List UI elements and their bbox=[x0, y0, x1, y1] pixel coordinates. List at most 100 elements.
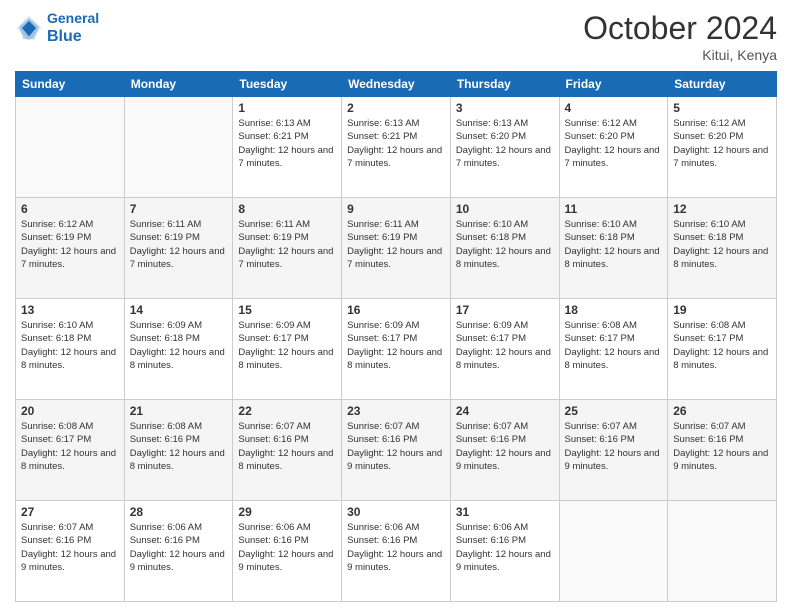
day-number: 8 bbox=[238, 202, 336, 216]
calendar-cell: 25 Sunrise: 6:07 AMSunset: 6:16 PMDayligh… bbox=[559, 400, 668, 501]
calendar-cell: 18 Sunrise: 6:08 AMSunset: 6:17 PMDayligh… bbox=[559, 299, 668, 400]
calendar-week-2: 6Sunrise: 6:12 AMSunset: 6:19 PMDaylight… bbox=[16, 198, 777, 299]
day-info: Sunrise: 6:12 AMSunset: 6:20 PMDaylight:… bbox=[565, 117, 663, 170]
month-title: October 2024 bbox=[583, 10, 777, 47]
calendar-cell: 9 Sunrise: 6:11 AMSunset: 6:19 PMDaylight… bbox=[342, 198, 451, 299]
location: Kitui, Kenya bbox=[583, 47, 777, 63]
day-info: Sunrise: 6:13 AMSunset: 6:21 PMDaylight:… bbox=[347, 117, 445, 170]
day-number: 15 bbox=[238, 303, 336, 317]
day-number: 27 bbox=[21, 505, 119, 519]
calendar-cell: 6Sunrise: 6:12 AMSunset: 6:19 PMDaylight… bbox=[16, 198, 125, 299]
day-info: Sunrise: 6:06 AMSunset: 6:16 PMDaylight:… bbox=[238, 521, 336, 574]
logo-icon bbox=[15, 14, 43, 42]
day-info: Sunrise: 6:06 AMSunset: 6:16 PMDaylight:… bbox=[456, 521, 554, 574]
day-number: 28 bbox=[130, 505, 228, 519]
day-info: Sunrise: 6:10 AMSunset: 6:18 PMDaylight:… bbox=[673, 218, 771, 271]
day-number: 10 bbox=[456, 202, 554, 216]
calendar-cell: 1 Sunrise: 6:13 AMSunset: 6:21 PMDaylight… bbox=[233, 97, 342, 198]
calendar-cell: 13Sunrise: 6:10 AMSunset: 6:18 PMDayligh… bbox=[16, 299, 125, 400]
day-number: 26 bbox=[673, 404, 771, 418]
day-number: 24 bbox=[456, 404, 554, 418]
day-number: 1 bbox=[238, 101, 336, 115]
calendar-cell: 30Sunrise: 6:06 AMSunset: 6:16 PMDayligh… bbox=[342, 501, 451, 602]
day-number: 7 bbox=[130, 202, 228, 216]
calendar-cell: 7 Sunrise: 6:11 AMSunset: 6:19 PMDaylight… bbox=[124, 198, 233, 299]
day-number: 4 bbox=[565, 101, 663, 115]
calendar: SundayMondayTuesdayWednesdayThursdayFrid… bbox=[15, 71, 777, 602]
calendar-cell: 11 Sunrise: 6:10 AMSunset: 6:18 PMDayligh… bbox=[559, 198, 668, 299]
day-header-thursday: Thursday bbox=[450, 72, 559, 97]
calendar-week-5: 27 Sunrise: 6:07 AMSunset: 6:16 PMDayligh… bbox=[16, 501, 777, 602]
day-info: Sunrise: 6:11 AMSunset: 6:19 PMDaylight:… bbox=[347, 218, 445, 271]
calendar-cell: 8 Sunrise: 6:11 AMSunset: 6:19 PMDaylight… bbox=[233, 198, 342, 299]
day-number: 2 bbox=[347, 101, 445, 115]
logo-blue: Blue bbox=[47, 28, 82, 45]
day-info: Sunrise: 6:11 AMSunset: 6:19 PMDaylight:… bbox=[238, 218, 336, 271]
calendar-cell: 15 Sunrise: 6:09 AMSunset: 6:17 PMDayligh… bbox=[233, 299, 342, 400]
day-info: Sunrise: 6:09 AMSunset: 6:17 PMDaylight:… bbox=[347, 319, 445, 372]
day-number: 5 bbox=[673, 101, 771, 115]
calendar-cell: 23Sunrise: 6:07 AMSunset: 6:16 PMDayligh… bbox=[342, 400, 451, 501]
day-number: 16 bbox=[347, 303, 445, 317]
calendar-week-4: 20 Sunrise: 6:08 AMSunset: 6:17 PMDayligh… bbox=[16, 400, 777, 501]
logo: General Blue bbox=[15, 10, 99, 46]
calendar-cell: 17Sunrise: 6:09 AMSunset: 6:17 PMDayligh… bbox=[450, 299, 559, 400]
day-info: Sunrise: 6:07 AMSunset: 6:16 PMDaylight:… bbox=[565, 420, 663, 473]
day-number: 3 bbox=[456, 101, 554, 115]
calendar-cell bbox=[668, 501, 777, 602]
day-number: 17 bbox=[456, 303, 554, 317]
calendar-cell: 21Sunrise: 6:08 AMSunset: 6:16 PMDayligh… bbox=[124, 400, 233, 501]
calendar-cell: 3 Sunrise: 6:13 AMSunset: 6:20 PMDaylight… bbox=[450, 97, 559, 198]
calendar-week-1: 1 Sunrise: 6:13 AMSunset: 6:21 PMDaylight… bbox=[16, 97, 777, 198]
day-info: Sunrise: 6:08 AMSunset: 6:16 PMDaylight:… bbox=[130, 420, 228, 473]
calendar-cell: 5Sunrise: 6:12 AMSunset: 6:20 PMDaylight… bbox=[668, 97, 777, 198]
day-info: Sunrise: 6:08 AMSunset: 6:17 PMDaylight:… bbox=[21, 420, 119, 473]
calendar-cell: 16 Sunrise: 6:09 AMSunset: 6:17 PMDayligh… bbox=[342, 299, 451, 400]
day-number: 30 bbox=[347, 505, 445, 519]
day-info: Sunrise: 6:07 AMSunset: 6:16 PMDaylight:… bbox=[456, 420, 554, 473]
day-info: Sunrise: 6:07 AMSunset: 6:16 PMDaylight:… bbox=[21, 521, 119, 574]
calendar-cell: 22 Sunrise: 6:07 AMSunset: 6:16 PMDayligh… bbox=[233, 400, 342, 501]
day-number: 19 bbox=[673, 303, 771, 317]
day-info: Sunrise: 6:09 AMSunset: 6:17 PMDaylight:… bbox=[238, 319, 336, 372]
page: General Blue October 2024 Kitui, Kenya S… bbox=[0, 0, 792, 612]
day-header-sunday: Sunday bbox=[16, 72, 125, 97]
calendar-cell: 27 Sunrise: 6:07 AMSunset: 6:16 PMDayligh… bbox=[16, 501, 125, 602]
calendar-cell: 31Sunrise: 6:06 AMSunset: 6:16 PMDayligh… bbox=[450, 501, 559, 602]
day-info: Sunrise: 6:08 AMSunset: 6:17 PMDaylight:… bbox=[565, 319, 663, 372]
calendar-cell: 26 Sunrise: 6:07 AMSunset: 6:16 PMDayligh… bbox=[668, 400, 777, 501]
day-header-tuesday: Tuesday bbox=[233, 72, 342, 97]
day-info: Sunrise: 6:13 AMSunset: 6:21 PMDaylight:… bbox=[238, 117, 336, 170]
day-header-monday: Monday bbox=[124, 72, 233, 97]
day-number: 14 bbox=[130, 303, 228, 317]
calendar-cell: 29Sunrise: 6:06 AMSunset: 6:16 PMDayligh… bbox=[233, 501, 342, 602]
day-info: Sunrise: 6:06 AMSunset: 6:16 PMDaylight:… bbox=[130, 521, 228, 574]
day-number: 25 bbox=[565, 404, 663, 418]
day-number: 11 bbox=[565, 202, 663, 216]
day-info: Sunrise: 6:07 AMSunset: 6:16 PMDaylight:… bbox=[673, 420, 771, 473]
calendar-cell bbox=[559, 501, 668, 602]
day-number: 6 bbox=[21, 202, 119, 216]
calendar-cell bbox=[16, 97, 125, 198]
day-header-wednesday: Wednesday bbox=[342, 72, 451, 97]
day-number: 12 bbox=[673, 202, 771, 216]
calendar-cell: 19 Sunrise: 6:08 AMSunset: 6:17 PMDayligh… bbox=[668, 299, 777, 400]
day-number: 20 bbox=[21, 404, 119, 418]
day-info: Sunrise: 6:13 AMSunset: 6:20 PMDaylight:… bbox=[456, 117, 554, 170]
calendar-cell: 12 Sunrise: 6:10 AMSunset: 6:18 PMDayligh… bbox=[668, 198, 777, 299]
calendar-header-row: SundayMondayTuesdayWednesdayThursdayFrid… bbox=[16, 72, 777, 97]
day-number: 22 bbox=[238, 404, 336, 418]
day-info: Sunrise: 6:10 AMSunset: 6:18 PMDaylight:… bbox=[456, 218, 554, 271]
calendar-cell: 24 Sunrise: 6:07 AMSunset: 6:16 PMDayligh… bbox=[450, 400, 559, 501]
title-block: October 2024 Kitui, Kenya bbox=[583, 10, 777, 63]
day-info: Sunrise: 6:08 AMSunset: 6:17 PMDaylight:… bbox=[673, 319, 771, 372]
calendar-cell: 28 Sunrise: 6:06 AMSunset: 6:16 PMDayligh… bbox=[124, 501, 233, 602]
day-number: 18 bbox=[565, 303, 663, 317]
day-info: Sunrise: 6:10 AMSunset: 6:18 PMDaylight:… bbox=[565, 218, 663, 271]
day-number: 23 bbox=[347, 404, 445, 418]
logo-text: General Blue bbox=[47, 10, 99, 46]
day-info: Sunrise: 6:07 AMSunset: 6:16 PMDaylight:… bbox=[238, 420, 336, 473]
day-number: 9 bbox=[347, 202, 445, 216]
calendar-cell bbox=[124, 97, 233, 198]
day-info: Sunrise: 6:11 AMSunset: 6:19 PMDaylight:… bbox=[130, 218, 228, 271]
